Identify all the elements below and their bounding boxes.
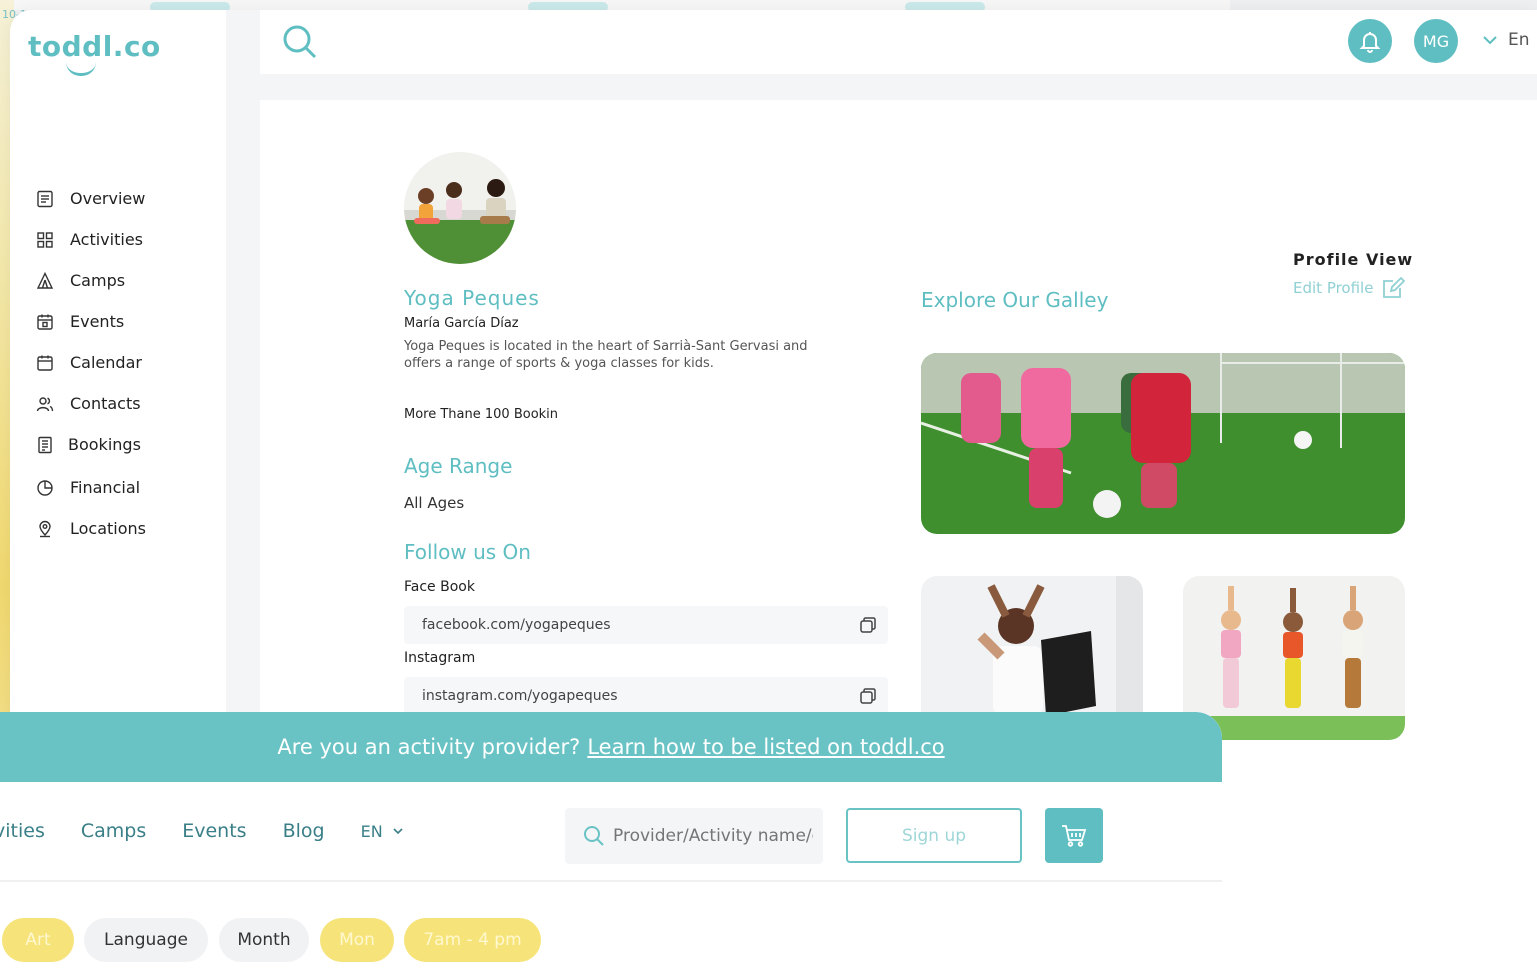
location-pin-icon [34,518,56,540]
filter-chip-time[interactable]: 7am - 4 pm [404,918,541,962]
provider-owner: María García Díaz [404,316,519,331]
sidebar-item-label: Activities [70,230,143,249]
calendar-event-icon [34,311,56,333]
provider-name: Yoga Peques [404,286,540,310]
follow-title: Follow us On [404,540,531,564]
site-nav-activities[interactable]: vities [0,820,45,842]
filter-chip-art[interactable]: Art [2,918,74,962]
grid-icon [34,229,56,251]
site-nav-events[interactable]: Events [182,820,246,842]
sidebar-item-bookings[interactable]: Bookings [34,424,146,465]
sidebar-item-financial[interactable]: Financial [34,467,146,508]
site-search-input[interactable] [613,826,813,846]
age-range-title: Age Range [404,454,513,478]
logo[interactable]: toddl.co [28,30,161,63]
site-language-selector[interactable]: EN [361,822,403,841]
logo-smile [66,62,96,76]
edit-icon [1383,277,1406,298]
filter-chip-month[interactable]: Month [219,918,309,962]
divider [0,880,1222,882]
sidebar-item-label: Events [70,312,125,331]
language-label: En [1508,30,1530,50]
sidebar-item-label: Contacts [70,394,141,413]
age-range-value: All Ages [404,494,465,512]
chevron-down-icon [1482,30,1498,50]
provider-banner: Are you an activity provider? Learn how … [0,712,1222,782]
bookings-icon [34,434,56,456]
site-nav-blog[interactable]: Blog [283,820,325,842]
provider-description: Yoga Peques is located in the heart of S… [404,339,808,371]
contacts-icon [34,393,56,415]
sidebar-item-calendar[interactable]: Calendar [34,342,146,383]
sidebar-item-camps[interactable]: Camps [34,260,146,301]
copy-icon[interactable] [848,616,888,634]
instagram-label: Instagram [404,650,476,666]
pie-chart-icon [34,477,56,499]
facebook-field[interactable]: facebook.com/yogapeques [404,606,888,644]
edit-profile-label: Edit Profile [1293,279,1374,297]
avatar[interactable]: MG [1414,19,1458,63]
language-selector[interactable]: En [1482,30,1530,50]
sidebar-nav: Overview Activities Camps Events Calenda… [34,178,146,549]
cart-button[interactable] [1045,808,1103,863]
copy-icon[interactable] [848,687,888,705]
top-bar: MG En [260,10,1537,74]
sign-up-button[interactable]: Sign up [846,808,1022,863]
filter-chip-mon[interactable]: Mon [320,918,394,962]
banner-question: Are you an activity provider? [277,735,581,759]
sidebar-item-events[interactable]: Events [34,301,146,342]
site-language-label: EN [360,821,383,841]
sidebar-item-label: Financial [70,478,141,497]
sidebar-item-locations[interactable]: Locations [34,508,146,549]
notifications-bell-icon[interactable] [1348,19,1392,63]
facebook-value: facebook.com/yogapeques [422,617,611,633]
overview-icon [34,188,56,210]
instagram-field[interactable]: instagram.com/yogapeques [404,677,888,715]
profile-picture[interactable] [404,152,516,264]
sidebar-item-activities[interactable]: Activities [34,219,146,260]
filter-chip-language[interactable]: Language [84,918,208,962]
gallery-title: Explore Our Galley [921,288,1109,312]
gallery-image-soccer[interactable] [921,353,1405,534]
sidebar-item-label: Bookings [68,435,141,454]
calendar-icon [34,352,56,374]
cart-icon [1062,824,1087,847]
chevron-down-icon [393,827,403,834]
edit-profile-button[interactable]: Edit Profile [1293,277,1406,299]
sidebar-item-label: Calendar [70,353,142,372]
facebook-label: Face Book [404,579,475,595]
search-icon [584,826,604,846]
sidebar-item-label: Locations [70,519,147,538]
sidebar-item-overview[interactable]: Overview [34,178,146,219]
instagram-value: instagram.com/yogapeques [422,688,618,704]
search-icon[interactable] [280,22,320,62]
sidebar-item-label: Overview [70,189,146,208]
bookings-count: More Thane 100 Bookin [404,407,559,422]
site-nav: vities Camps Events Blog EN [0,820,403,842]
sidebar-item-contacts[interactable]: Contacts [34,383,146,424]
sidebar-item-label: Camps [70,271,126,290]
tent-icon [34,270,56,292]
site-search-box[interactable] [565,808,823,864]
website-overlay: Are you an activity provider? Learn how … [0,712,1222,976]
gallery-image-kids-yoga[interactable] [1183,576,1405,740]
site-nav-camps[interactable]: Camps [81,820,146,842]
banner-link[interactable]: Learn how to be listed on toddl.co [587,735,944,759]
profile-view-title: Profile View [1293,250,1414,269]
